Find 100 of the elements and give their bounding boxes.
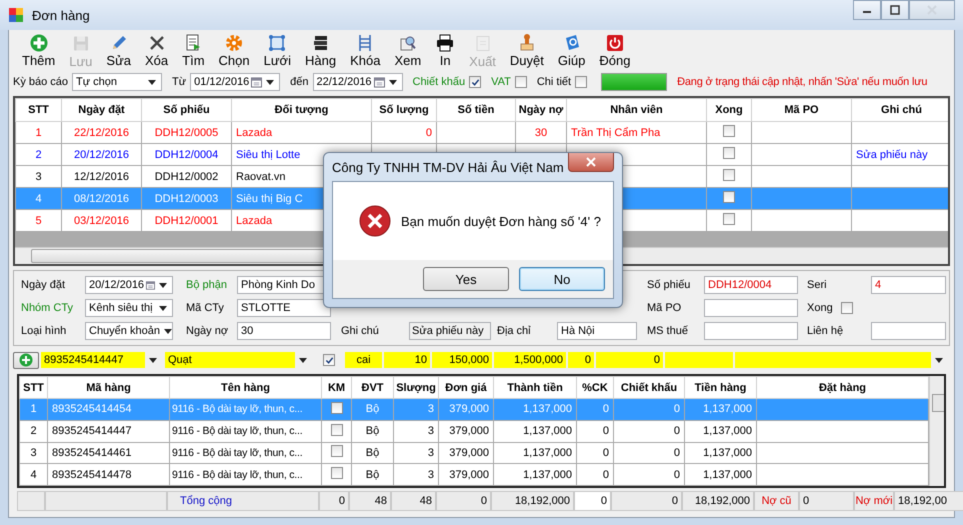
toolbar-button[interactable]: Hàng <box>298 33 344 69</box>
total-cell: 48 <box>391 491 436 511</box>
toolbar-button[interactable]: Sửa <box>99 33 138 69</box>
total-cell: 48 <box>349 491 391 511</box>
column-header[interactable]: Mã PO <box>752 98 852 122</box>
toolbar-button[interactable]: Lưới <box>256 33 298 69</box>
checkbox[interactable] <box>723 125 735 137</box>
table-cell: 08/12/2016 <box>74 192 130 204</box>
column-header[interactable]: ĐVT <box>352 376 394 398</box>
minimize-button[interactable] <box>853 0 881 20</box>
toolbar-button[interactable]: Chọn <box>212 33 257 69</box>
table-cell: 30 <box>534 126 548 138</box>
toolbar-button[interactable]: Xóa <box>138 33 176 69</box>
input-field[interactable] <box>871 322 946 340</box>
column-header[interactable]: STT <box>16 98 62 122</box>
toolbar-button[interactable]: Đóng <box>592 33 638 69</box>
checkbox[interactable] <box>723 213 735 225</box>
maximize-button[interactable] <box>881 0 909 20</box>
checkbox[interactable] <box>330 467 342 480</box>
field-label: Ngày nợ <box>186 325 230 337</box>
period-dropdown[interactable]: Tự chọn <box>72 73 162 91</box>
toolbar-button[interactable]: Giúp <box>550 33 592 69</box>
column-header[interactable]: Tên hàng <box>170 376 322 398</box>
checkbox[interactable] <box>723 147 735 159</box>
toolbar-button[interactable]: Khóa <box>343 33 388 69</box>
column-header[interactable]: Thành tiền <box>494 376 576 398</box>
column-header[interactable]: Nhân viên <box>566 98 706 122</box>
checkbox[interactable] <box>330 424 342 436</box>
date-picker[interactable]: 20/12/2016 <box>85 276 173 294</box>
checkbox[interactable] <box>330 445 342 458</box>
add-button[interactable] <box>13 352 39 368</box>
checkbox[interactable] <box>323 354 335 366</box>
checkbox[interactable] <box>575 76 588 88</box>
column-header[interactable]: Số lượng <box>372 98 436 122</box>
toolbar-button[interactable]: Duyệt <box>502 33 551 69</box>
unit-field[interactable]: cai <box>345 352 382 368</box>
column-header[interactable]: Xong <box>706 98 752 122</box>
toolbar-button[interactable]: Xem <box>387 33 428 69</box>
input-field[interactable]: DDH12/0004 <box>704 276 798 294</box>
table-cell: 1,137,000 <box>523 446 572 459</box>
power-icon <box>604 33 625 53</box>
table-cell: 0 <box>674 403 680 416</box>
checkbox[interactable] <box>330 402 342 414</box>
close-button[interactable] <box>568 153 614 172</box>
date-picker[interactable]: 01/12/2016 <box>190 73 280 91</box>
input-field[interactable]: 30 <box>237 322 331 340</box>
qty-field[interactable]: 10 <box>384 352 430 368</box>
name-field[interactable]: Quạt <box>165 352 295 368</box>
field-label: Loại hình <box>21 325 68 337</box>
group-dropdown[interactable]: Kênh siêu thị <box>85 299 173 317</box>
input-field[interactable]: 4 <box>871 276 946 294</box>
percent-field[interactable]: 0 <box>568 352 594 368</box>
input-field[interactable] <box>704 322 798 340</box>
checkbox[interactable] <box>514 76 527 88</box>
column-header[interactable]: STT <box>20 376 48 398</box>
window-title: Đơn hàng <box>32 8 90 22</box>
checkbox[interactable] <box>841 302 853 314</box>
column-header[interactable]: Chiết khấu <box>614 376 684 398</box>
type-dropdown[interactable]: Chuyển khoản <box>85 322 173 340</box>
column-header[interactable]: Đơn giá <box>438 376 494 398</box>
column-header[interactable]: Mã hàng <box>48 376 170 398</box>
input-field[interactable] <box>704 299 798 317</box>
checkbox[interactable] <box>723 169 735 181</box>
table-row[interactable]: 1 22/12/2016 DDH12/0005 Lazada 0 30 Trần Thị Cẩm Pha <box>16 122 948 144</box>
column-header[interactable]: Ngày đặt <box>62 98 142 122</box>
table-row[interactable]: 3 8935245414461 9116 - Bộ dài tay lỡ, thun, c... Bộ 3 379,000 1,137,000 0 0 1,137,000 <box>20 442 928 464</box>
date-picker[interactable]: 22/12/2016 <box>312 73 402 91</box>
toolbar-button[interactable]: In <box>428 33 462 69</box>
checkbox[interactable] <box>469 76 482 88</box>
column-header[interactable]: Số phiếu <box>142 98 232 122</box>
table-cell: 0 <box>426 126 432 138</box>
total-cell: 18,192,00 <box>894 491 963 511</box>
table-row[interactable]: 4 8935245414478 9116 - Bộ dài tay lỡ, thun, c... Bộ 3 379,000 1,137,000 0 0 1,137,000 <box>20 464 928 486</box>
toolbar-button[interactable]: Tìm <box>175 33 212 69</box>
dialog-button[interactable]: Yes <box>423 267 509 291</box>
checkbox-label: Chi tiết <box>536 76 572 88</box>
column-header[interactable]: KM <box>322 376 352 398</box>
total-field[interactable]: 1,500,000 <box>494 352 566 368</box>
input-field[interactable] <box>665 352 733 368</box>
vertical-scrollbar[interactable] <box>929 376 944 486</box>
note-field[interactable]: Sửa phiếu này <box>409 322 491 340</box>
discount-field[interactable]: 0 <box>596 352 663 368</box>
column-header[interactable]: Đặt hàng <box>756 376 928 398</box>
column-header[interactable]: Tiền hàng <box>684 376 756 398</box>
table-cell: Bộ <box>366 468 380 481</box>
price-field[interactable]: 150,000 <box>432 352 492 368</box>
checkbox[interactable] <box>723 191 735 203</box>
toolbar-button[interactable]: Thêm <box>15 33 62 69</box>
column-header[interactable]: Số tiền <box>436 98 516 122</box>
column-header[interactable]: Slượng <box>394 376 438 398</box>
company-dropdown[interactable]: STLOTTE <box>237 299 331 317</box>
dialog-button[interactable]: No <box>519 267 605 291</box>
code-field[interactable]: 8935245414447 <box>41 352 145 368</box>
caret-icon <box>159 306 167 310</box>
column-header[interactable]: Đối tượng <box>232 98 372 122</box>
column-header[interactable]: %CK <box>576 376 614 398</box>
table-row[interactable]: 2 8935245414447 9116 - Bộ dài tay lỡ, thun, c... Bộ 3 379,000 1,137,000 0 0 1,137,000 <box>20 420 928 442</box>
column-header[interactable]: Ngày nợ <box>516 98 566 122</box>
input-field[interactable]: Hà Nội <box>557 322 637 340</box>
column-header[interactable]: Ghi chú <box>852 98 948 122</box>
